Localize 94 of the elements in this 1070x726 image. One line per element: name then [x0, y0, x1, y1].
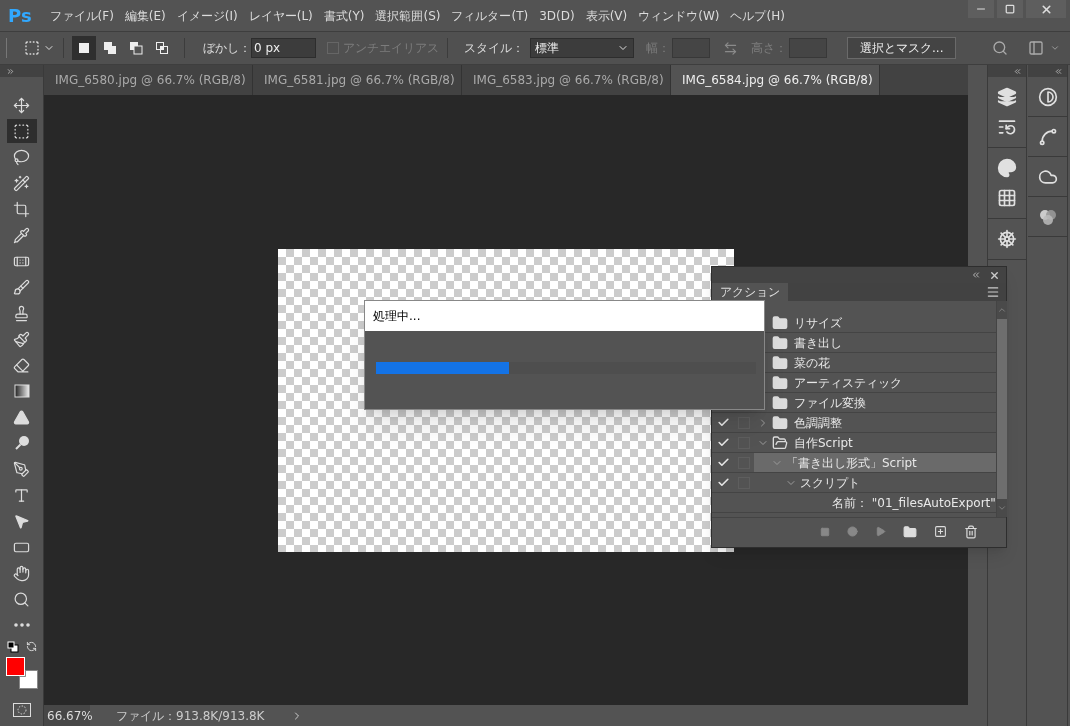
close-icon	[1039, 2, 1053, 16]
close-button[interactable]	[1026, 0, 1066, 18]
layers-icon[interactable]	[997, 87, 1017, 107]
lollipop-icon	[13, 435, 30, 451]
folder-icon	[772, 314, 788, 331]
ship-wheel-icon[interactable]	[997, 229, 1017, 249]
ellipsis-icon	[13, 623, 30, 627]
squares-intersect-icon	[155, 41, 169, 55]
folder-icon	[772, 434, 788, 451]
zoom-icon	[13, 590, 30, 608]
actions-tab[interactable]: アクション	[712, 283, 788, 301]
menu-item[interactable]: イメージ(I)	[176, 6, 238, 25]
action-label[interactable]: 色調調整	[794, 413, 842, 432]
selection-mode-button[interactable]	[72, 36, 96, 60]
menu-item[interactable]: 3D(D)	[539, 6, 575, 25]
menu-item[interactable]: 選択範囲(S)	[375, 6, 441, 25]
paintbrush-icon	[13, 330, 30, 348]
maximize-button[interactable]	[997, 0, 1023, 18]
wand-icon	[13, 174, 30, 192]
menu-item[interactable]: ウィンドウ(W)	[638, 6, 720, 25]
type-icon	[13, 486, 30, 504]
hand-icon	[13, 564, 30, 582]
tool-preset-picker[interactable]	[24, 40, 55, 56]
collapse-icon[interactable]	[1013, 66, 1022, 76]
menu-icon[interactable]	[986, 285, 1000, 299]
folder-icon	[772, 354, 788, 371]
checkmark-icon[interactable]	[716, 436, 730, 449]
triangle-icon	[13, 408, 30, 426]
squares-add-icon	[103, 41, 117, 55]
move-icon	[13, 96, 30, 114]
folder-icon	[772, 414, 788, 431]
menu-item[interactable]: 表示(V)	[585, 6, 628, 25]
half-circle-icon[interactable]	[1037, 86, 1058, 107]
trash-icon[interactable]	[964, 524, 978, 539]
menu-item[interactable]: ファイル(F)	[49, 6, 114, 25]
file-size-info: ファイル：913.8K/913.8K	[116, 707, 265, 725]
foreground-color-swatch[interactable]	[5, 657, 25, 676]
zoom-level[interactable]: 66.67%	[44, 705, 90, 726]
pen-icon	[13, 460, 30, 478]
quick-mask-icon[interactable]	[12, 703, 31, 717]
collapse-icon[interactable]	[971, 270, 981, 280]
action-label[interactable]: リサイズ	[794, 313, 842, 332]
dialog-title: 処理中...	[373, 308, 421, 325]
style-label: スタイル：	[464, 40, 524, 57]
action-label[interactable]: アーティスティック	[794, 373, 902, 392]
crop-icon	[13, 200, 30, 218]
palette-icon[interactable]	[997, 158, 1017, 178]
grid-icon[interactable]	[997, 188, 1017, 208]
square-icon	[77, 41, 91, 55]
menu-item[interactable]: ヘルプ(H)	[730, 6, 785, 25]
squares-subtract-icon	[129, 41, 143, 55]
pointer-icon	[13, 512, 30, 530]
folder-icon	[772, 374, 788, 391]
swap-colors-icon[interactable]	[25, 641, 37, 652]
command-detail: 名前： "01_filesAutoExport"	[832, 494, 996, 512]
new-item-icon[interactable]	[934, 525, 947, 538]
bezier-curve-icon[interactable]	[1037, 126, 1058, 147]
menu-item[interactable]: フィルター(T)	[451, 6, 529, 25]
eyedropper-icon	[13, 226, 30, 244]
action-label[interactable]: ファイル変換	[794, 393, 866, 412]
workspace-icon[interactable]	[1028, 40, 1044, 56]
menu-item[interactable]: レイヤー(L)	[248, 6, 313, 25]
select-and-mask-button[interactable]: 選択とマスク...	[847, 37, 957, 59]
action-label[interactable]: 菜の花	[794, 353, 830, 372]
default-colors-icon[interactable]	[6, 641, 19, 653]
eraser-icon	[13, 356, 30, 374]
gradient-icon	[13, 383, 30, 399]
search-icon[interactable]	[992, 40, 1008, 56]
action-label[interactable]: スクリプト	[800, 473, 860, 492]
feather-label: ぼかし：	[203, 40, 251, 57]
folder-icon	[772, 394, 788, 411]
checkmark-icon[interactable]	[716, 456, 730, 469]
brush-icon	[13, 278, 30, 296]
folder-icon[interactable]	[903, 524, 917, 539]
dashed-square-icon	[24, 40, 40, 56]
expand-icon[interactable]	[6, 66, 15, 76]
document-tab[interactable]: IMG_6584.jpg @ 66.7% (RGB/8)	[671, 65, 880, 95]
dashed-square-icon	[13, 122, 30, 140]
maximize-icon	[1005, 4, 1015, 14]
style-select[interactable]: 標準	[530, 38, 634, 58]
menu-item[interactable]: 編集(E)	[124, 6, 166, 25]
folder-icon	[772, 334, 788, 351]
action-label[interactable]: 書き出し	[794, 333, 842, 352]
feather-input[interactable]: 0 px	[251, 38, 316, 58]
tool-button[interactable]	[6, 119, 37, 143]
app-logo: Ps	[8, 4, 32, 28]
stamp-icon	[13, 304, 30, 322]
collapse-icon[interactable]	[1054, 66, 1063, 76]
menu-item[interactable]: 書式(Y)	[323, 6, 365, 25]
checkmark-icon[interactable]	[716, 476, 730, 489]
close-icon[interactable]	[989, 269, 1000, 281]
lasso-icon	[13, 148, 30, 166]
checkmark-icon[interactable]	[716, 416, 730, 429]
action-label[interactable]: 自作Script	[794, 433, 853, 452]
